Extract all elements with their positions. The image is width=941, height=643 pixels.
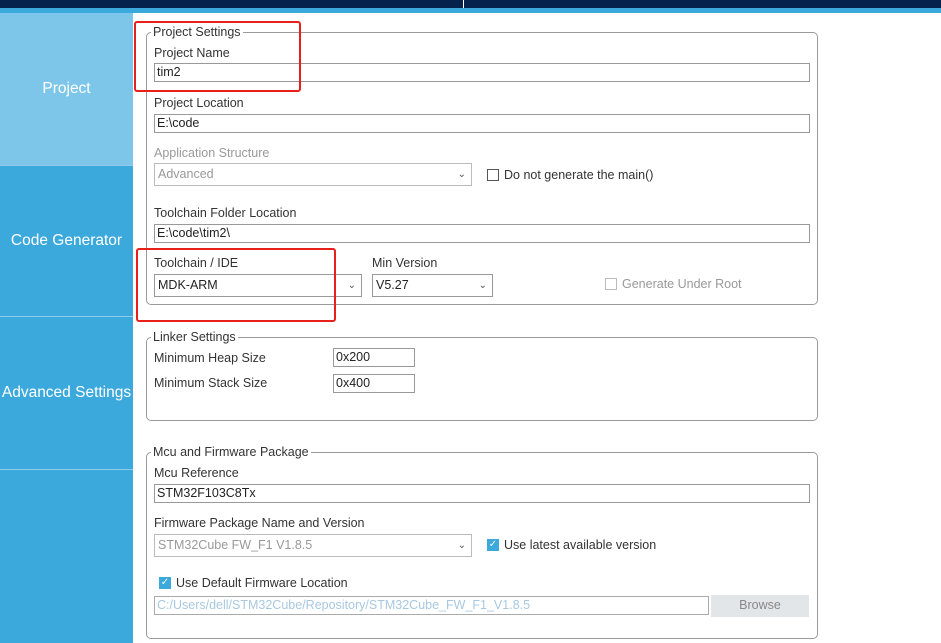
toolchain-folder-input[interactable]: E:\code\tim2\ — [154, 224, 810, 243]
highlight-box — [134, 21, 301, 92]
tab-divider — [463, 0, 464, 8]
use-default-location-checkbox[interactable]: ✓ Use Default Firmware Location — [159, 576, 348, 590]
firmware-package-select[interactable]: STM32Cube FW_F1 V1.8.5 ⌄ — [154, 534, 472, 557]
checkbox-box[interactable] — [487, 169, 499, 181]
mcu-reference-input[interactable]: STM32F103C8Tx — [154, 484, 810, 503]
sidebar-item-code-generator[interactable]: Code Generator — [0, 166, 133, 317]
no-main-checkbox[interactable]: Do not generate the main() — [487, 168, 653, 182]
min-version-label: Min Version — [372, 256, 438, 270]
sidebar-item-label: Code Generator — [10, 232, 123, 249]
select-value: Advanced — [158, 167, 214, 181]
checkbox-label: Generate Under Root — [622, 277, 742, 291]
checkbox-label: Use latest available version — [504, 538, 657, 552]
heap-input[interactable]: 0x200 — [333, 348, 415, 367]
app-structure-select[interactable]: Advanced ⌄ — [154, 163, 472, 186]
use-latest-checkbox[interactable]: ✓ Use latest available version — [487, 538, 656, 552]
checkbox-box[interactable] — [605, 278, 617, 290]
stack-label: Minimum Stack Size — [154, 376, 268, 390]
sidebar-item-label: Advanced Settings — [1, 384, 132, 401]
project-location-input[interactable]: E:\code — [154, 114, 810, 133]
chevron-down-icon: ⌄ — [478, 280, 487, 291]
toolchain-folder-label: Toolchain Folder Location — [154, 206, 297, 220]
check-icon[interactable]: ✓ — [159, 577, 171, 589]
group-title: Linker Settings — [151, 330, 238, 344]
stack-input[interactable]: 0x400 — [333, 374, 415, 393]
min-version-select[interactable]: V5.27 ⌄ — [372, 274, 493, 297]
browse-button[interactable]: Browse — [711, 595, 809, 617]
select-value: STM32Cube FW_F1 V1.8.5 — [158, 538, 313, 552]
generate-under-root-checkbox[interactable]: Generate Under Root — [605, 277, 742, 291]
accent-strip — [0, 8, 941, 13]
project-location-label: Project Location — [154, 96, 244, 110]
select-value: V5.27 — [376, 278, 409, 292]
chevron-down-icon: ⌄ — [457, 540, 466, 551]
chevron-down-icon: ⌄ — [347, 280, 356, 291]
sidebar-item-advanced-settings[interactable]: Advanced Settings — [0, 317, 133, 470]
top-tab-bar — [0, 0, 941, 8]
sidebar-item-project[interactable]: Project — [0, 13, 133, 166]
mcu-reference-label: Mcu Reference — [154, 466, 239, 480]
heap-label: Minimum Heap Size — [154, 351, 266, 365]
checkbox-label: Use Default Firmware Location — [176, 576, 348, 590]
check-icon[interactable]: ✓ — [487, 539, 499, 551]
chevron-down-icon: ⌄ — [457, 169, 466, 180]
sidebar: Project Code Generator Advanced Settings — [0, 13, 133, 643]
checkbox-label: Do not generate the main() — [504, 168, 654, 182]
group-title: Mcu and Firmware Package — [151, 445, 311, 459]
highlight-box — [136, 248, 336, 322]
firmware-package-label: Firmware Package Name and Version — [154, 516, 365, 530]
sidebar-item-label: Project — [42, 80, 91, 97]
app-structure-label: Application Structure — [154, 146, 270, 160]
firmware-location-input[interactable]: C:/Users/dell/STM32Cube/Repository/STM32… — [154, 596, 709, 615]
